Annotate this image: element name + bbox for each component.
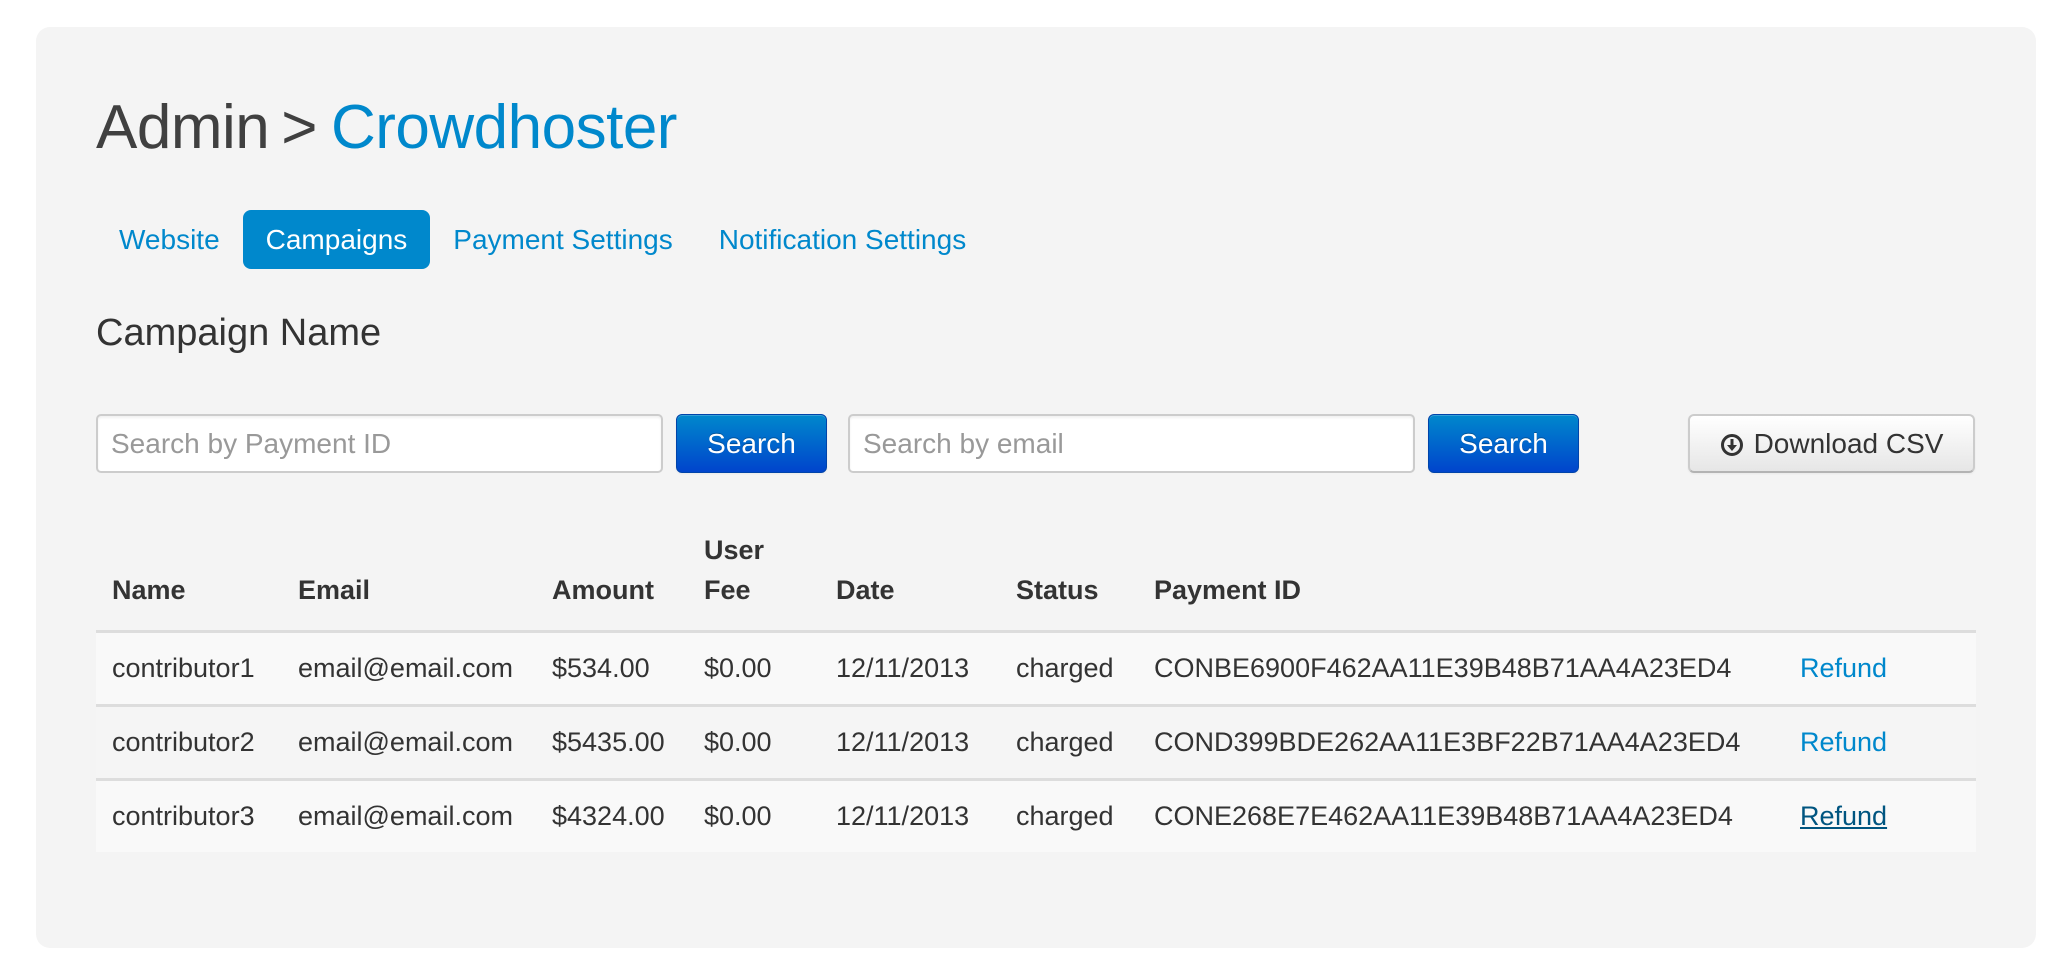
cell-payment-id: COND399BDE262AA11E3BF22B71AA4A23ED4 <box>1138 704 1784 780</box>
tab-payment-settings[interactable]: Payment Settings <box>430 210 695 269</box>
download-csv-label: Download CSV <box>1753 427 1944 459</box>
contributions-table-wrap: Name Email Amount User Fee Date Status Pa… <box>96 530 1976 852</box>
table-row: contributor1 email@email.com $534.00 $0.… <box>96 631 1976 706</box>
table-row: contributor2 email@email.com $5435.00 $0… <box>96 704 1976 780</box>
cell-email: email@email.com <box>282 631 536 706</box>
cell-name: contributor3 <box>96 778 282 852</box>
tab-notification-settings[interactable]: Notification Settings <box>696 210 989 269</box>
header-status[interactable]: Status <box>1000 530 1138 633</box>
circle-arrow-down-icon <box>1720 432 1744 456</box>
cell-status: charged <box>1000 704 1138 780</box>
download-csv-button[interactable]: Download CSV <box>1688 414 1975 473</box>
table-row: contributor3 email@email.com $4324.00 $0… <box>96 778 1976 852</box>
refund-link[interactable]: Refund <box>1800 801 1887 831</box>
payment-id-search-input[interactable] <box>96 414 663 473</box>
email-search-button[interactable]: Search <box>1428 414 1579 473</box>
header-email[interactable]: Email <box>282 530 536 633</box>
breadcrumb-separator: > <box>281 93 317 162</box>
cell-status: charged <box>1000 631 1138 706</box>
cell-user-fee: $0.00 <box>688 631 820 706</box>
cell-email: email@email.com <box>282 778 536 852</box>
header-user-fee[interactable]: User Fee <box>688 530 820 633</box>
cell-payment-id: CONE268E7E462AA11E39B48B71AA4A23ED4 <box>1138 778 1784 852</box>
header-amount[interactable]: Amount <box>536 530 688 633</box>
cell-amount: $5435.00 <box>536 704 688 780</box>
cell-date: 12/11/2013 <box>820 631 1000 706</box>
header-payment-id[interactable]: Payment ID <box>1138 530 1784 633</box>
admin-tabs: Website Campaigns Payment Settings Notif… <box>96 210 989 269</box>
cell-name: contributor1 <box>96 631 282 706</box>
cell-amount: $534.00 <box>536 631 688 706</box>
cell-action: Refund <box>1784 631 1976 706</box>
tab-campaigns[interactable]: Campaigns <box>242 210 431 269</box>
cell-amount: $4324.00 <box>536 778 688 852</box>
payment-id-search-button[interactable]: Search <box>676 414 827 473</box>
contributions-table: Name Email Amount User Fee Date Status Pa… <box>96 530 1976 852</box>
breadcrumb-root[interactable]: Admin <box>96 93 270 162</box>
cell-name: contributor2 <box>96 704 282 780</box>
cell-status: charged <box>1000 778 1138 852</box>
cell-email: email@email.com <box>282 704 536 780</box>
header-user-fee-line1: User <box>704 535 765 565</box>
header-date[interactable]: Date <box>820 530 1000 633</box>
header-name[interactable]: Name <box>96 530 282 633</box>
header-user-fee-line2: Fee <box>704 575 751 605</box>
cell-action: Refund <box>1784 778 1976 852</box>
email-search-input[interactable] <box>848 414 1415 473</box>
header-action <box>1784 530 1976 633</box>
tab-website[interactable]: Website <box>96 210 243 269</box>
cell-action: Refund <box>1784 704 1976 780</box>
page-title: Admin > Crowdhoster <box>96 92 677 164</box>
refund-link[interactable]: Refund <box>1800 653 1887 683</box>
cell-date: 12/11/2013 <box>820 704 1000 780</box>
cell-date: 12/11/2013 <box>820 778 1000 852</box>
cell-payment-id: CONBE6900F462AA11E39B48B71AA4A23ED4 <box>1138 631 1784 706</box>
table-header-row: Name Email Amount User Fee Date Status Pa… <box>96 530 1976 633</box>
refund-link[interactable]: Refund <box>1800 727 1887 757</box>
cell-user-fee: $0.00 <box>688 778 820 852</box>
breadcrumb-current: Crowdhoster <box>330 93 677 162</box>
campaign-name-heading: Campaign Name <box>96 312 382 354</box>
cell-user-fee: $0.00 <box>688 704 820 780</box>
